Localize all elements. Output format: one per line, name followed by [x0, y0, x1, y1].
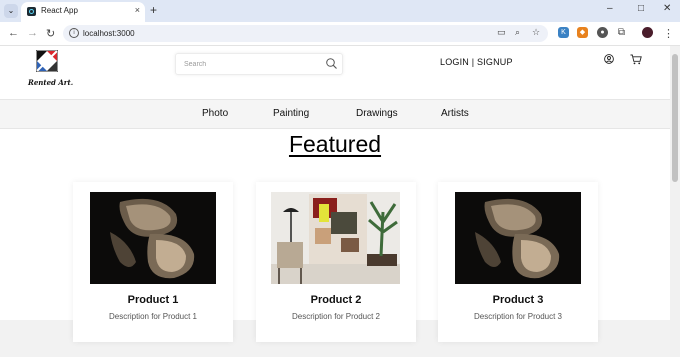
back-arrow-icon[interactable]: ← [8, 27, 19, 39]
signup-link[interactable]: SIGNUP [477, 57, 513, 67]
shopping-cart-icon[interactable] [630, 54, 642, 65]
featured-heading: Featured [288, 131, 382, 157]
product-image[interactable] [90, 192, 216, 284]
browser-tab-strip: ⌄ React App × + – □ ✕ [0, 0, 680, 22]
profile-avatar[interactable] [642, 27, 653, 38]
product-image[interactable] [271, 192, 400, 284]
search-input[interactable] [182, 57, 316, 72]
product-card[interactable]: Product 3 Description for Product 3 [438, 182, 598, 342]
auth-links: LOGIN | SIGNUP [440, 57, 513, 67]
page-scrollbar[interactable] [670, 46, 680, 357]
extension-k-icon[interactable]: K [558, 27, 569, 38]
product-image[interactable] [455, 192, 581, 284]
extension-circle-icon[interactable]: ● [597, 27, 608, 38]
close-window-button[interactable]: ✕ [663, 3, 671, 14]
logo-text: Rented Art. [28, 78, 74, 87]
site-info-icon[interactable]: i [69, 28, 79, 38]
login-link[interactable]: LOGIN [440, 57, 469, 67]
dark-sculpture-art-image [455, 192, 581, 284]
url-text[interactable]: localhost:3000 [83, 29, 135, 38]
site-header: Rented Art. LOGIN | SIGNUP [0, 46, 670, 99]
product-card[interactable]: Product 2 Description for Product 2 [256, 182, 416, 342]
tab-title: React App [41, 6, 78, 15]
page-viewport: Rented Art. LOGIN | SIGNUP Photo Paint [0, 46, 670, 357]
nav-item-artists[interactable]: Artists [441, 108, 469, 119]
product-title[interactable]: Product 1 [73, 294, 233, 306]
forward-arrow-icon[interactable]: → [27, 27, 38, 39]
auth-separator: | [471, 57, 475, 67]
new-tab-button[interactable]: + [150, 3, 157, 17]
zoom-icon[interactable]: ⌕ [515, 27, 520, 38]
browser-toolbar: ← → ↻ i localhost:3000 ▭ ⌕ ☆ K ◆ ● ⧉ ⋮ [0, 22, 680, 46]
bookmark-star-icon[interactable]: ☆ [532, 27, 540, 38]
logo-mark-icon [36, 50, 58, 72]
extensions-puzzle-icon[interactable]: ⧉ [616, 27, 627, 38]
search-box[interactable] [175, 53, 343, 75]
tab-close-icon[interactable]: × [135, 5, 140, 15]
scrollbar-thumb[interactable] [672, 54, 678, 182]
abstract-painting-room-image [271, 192, 400, 284]
product-description: Description for Product 1 [108, 312, 198, 321]
site-logo[interactable]: Rented Art. [28, 50, 78, 94]
product-title[interactable]: Product 3 [438, 294, 598, 306]
user-account-icon[interactable] [604, 54, 614, 64]
react-favicon-icon [27, 7, 36, 16]
minimize-button[interactable]: – [607, 3, 613, 14]
nav-item-drawings[interactable]: Drawings [356, 108, 398, 119]
product-title[interactable]: Product 2 [256, 294, 416, 306]
search-icon[interactable] [325, 57, 338, 70]
install-app-icon[interactable]: ▭ [497, 27, 506, 38]
product-description: Description for Product 3 [473, 312, 563, 321]
maximize-button[interactable]: □ [638, 3, 644, 14]
dark-sculpture-art-image [90, 192, 216, 284]
nav-item-photo[interactable]: Photo [202, 108, 228, 119]
nav-item-painting[interactable]: Painting [273, 108, 309, 119]
browser-tab[interactable]: React App × [21, 2, 145, 22]
product-card[interactable]: Product 1 Description for Product 1 [73, 182, 233, 342]
product-description: Description for Product 2 [291, 312, 381, 321]
tab-search-chevron-icon[interactable]: ⌄ [4, 4, 18, 18]
address-bar[interactable]: i localhost:3000 ▭ ⌕ ☆ [63, 25, 548, 42]
metamask-extension-icon[interactable]: ◆ [577, 27, 588, 38]
reload-icon[interactable]: ↻ [46, 27, 55, 40]
browser-menu-icon[interactable]: ⋮ [663, 27, 674, 40]
category-nav: Photo Painting Drawings Artists [0, 99, 670, 129]
